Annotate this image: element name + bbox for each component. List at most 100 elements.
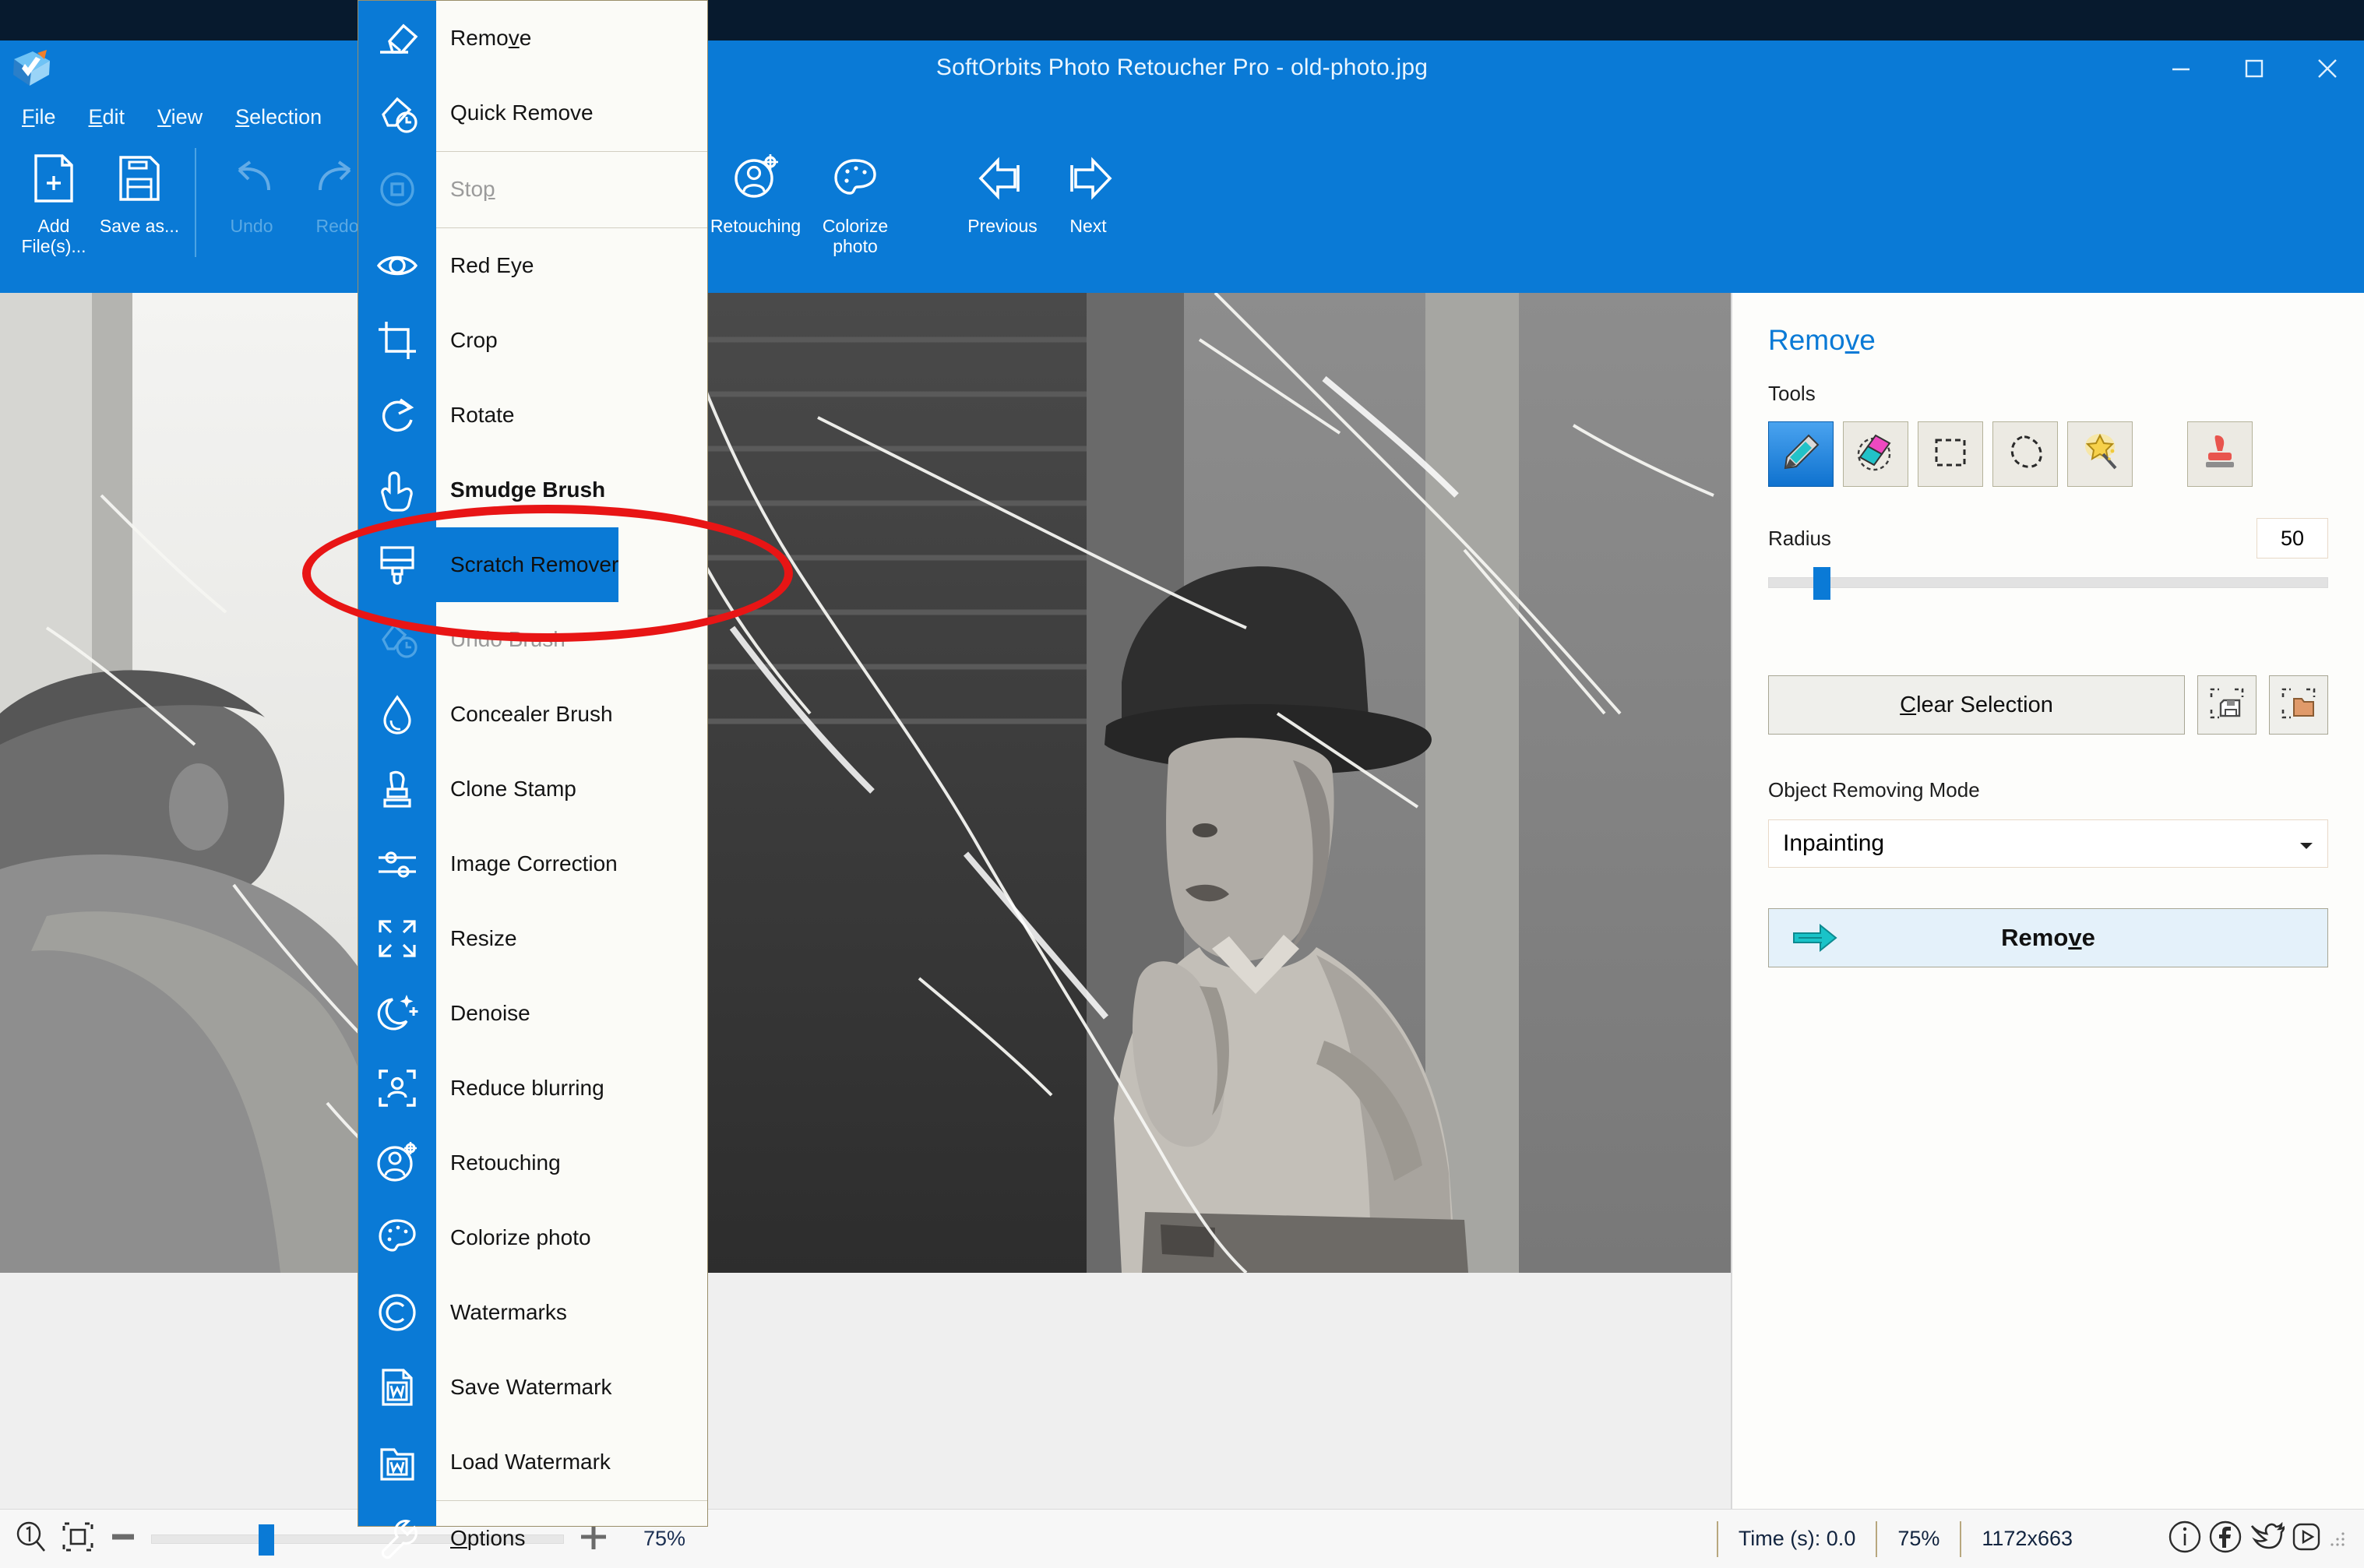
watermark-file-icon — [358, 1350, 436, 1425]
menu-item-rotate-label: Rotate — [450, 403, 515, 427]
menu-item-save-watermark-label: Save Watermark — [450, 1375, 612, 1399]
ribbon-next-button[interactable]: Next — [1045, 137, 1131, 270]
object-removing-mode-select[interactable]: Inpainting — [1768, 819, 2328, 868]
menu-item-quick-remove[interactable]: Quick Remove — [358, 76, 707, 150]
time-label: Time (s): 0.0 — [1738, 1527, 1856, 1550]
radius-slider-thumb[interactable] — [1813, 567, 1831, 600]
magic-wand-tool-button[interactable] — [2067, 421, 2133, 487]
person-gear-icon — [730, 148, 781, 209]
status-bar: 75% Time (s): 0.0 75% 1172x663 — [0, 1509, 2364, 1568]
image-dimensions: 1172x663 — [1982, 1527, 2073, 1550]
ribbon-retouching-button[interactable]: Retouching — [706, 137, 805, 270]
video-icon[interactable] — [2288, 1518, 2325, 1559]
menu-bar-item-selection[interactable]: Selection — [235, 105, 322, 129]
fit-to-window-icon[interactable] — [61, 1520, 95, 1558]
menu-item-crop[interactable]: Crop — [358, 303, 707, 378]
menu-item-resize[interactable]: Resize — [358, 901, 707, 976]
menu-item-load-watermark[interactable]: Load Watermark — [358, 1425, 707, 1499]
status-separator-3 — [1960, 1520, 1962, 1557]
facebook-icon[interactable] — [2207, 1518, 2244, 1559]
menu-item-load-watermark-label: Load Watermark — [450, 1450, 611, 1474]
menu-item-undo-brush[interactable]: Undo Brush — [358, 602, 707, 677]
menu-bar-item-file[interactable]: File — [22, 105, 56, 129]
status-separator-2 — [1876, 1520, 1878, 1557]
menu-item-rotate[interactable]: Rotate — [358, 378, 707, 453]
zoom-one-to-one-icon[interactable] — [14, 1520, 48, 1558]
ribbon-retouching-label: Retouching — [710, 216, 802, 236]
menu-item-denoise-label: Denoise — [450, 1001, 530, 1025]
menu-item-reduce-blurring[interactable]: Reduce blurring — [358, 1051, 707, 1126]
ribbon-save-as-button[interactable]: Save as... — [97, 137, 182, 270]
menu-item-scratch-remover[interactable]: Scratch Remover — [358, 527, 707, 602]
image-canvas[interactable] — [0, 293, 1731, 1509]
ribbon-colorize-photo-label: Colorize photo — [822, 216, 889, 256]
remove-button[interactable]: Remove — [1768, 908, 2328, 967]
menu-item-reduce-blurring-label: Reduce blurring — [450, 1076, 604, 1100]
radius-value-input[interactable]: 50 — [2257, 518, 2328, 558]
clear-selection-button[interactable]: Clear Selection — [1768, 675, 2185, 735]
hand-point-icon — [358, 453, 436, 527]
photo-image[interactable] — [0, 293, 1731, 1273]
menu-item-undo-brush-label: Undo Brush — [450, 627, 565, 651]
menu-item-smudge-brush[interactable]: Smudge Brush — [358, 453, 707, 527]
resize-grip-icon[interactable] — [2328, 1530, 2347, 1549]
tools-dropdown-menu[interactable]: Remo v e Quick Remove Sto p Red Eye Crop… — [358, 0, 708, 1559]
object-removing-mode-value: Inpainting — [1783, 830, 1885, 856]
photo-svg — [0, 293, 1731, 1273]
remove-arrow-icon — [1791, 922, 1839, 953]
menu-item-clone-stamp[interactable]: Clone Stamp — [358, 752, 707, 826]
marker-brush-tool-button[interactable] — [1768, 421, 1834, 487]
twitter-icon[interactable] — [2247, 1518, 2285, 1559]
crop-icon — [358, 303, 436, 378]
save-selection-button[interactable] — [2197, 675, 2257, 735]
menu-item-colorize-photo[interactable]: Colorize photo — [358, 1200, 707, 1275]
arrow-right-icon — [1059, 148, 1118, 209]
menu-item-save-watermark[interactable]: Save Watermark — [358, 1350, 707, 1425]
arrow-left-icon — [973, 148, 1032, 209]
menu-item-denoise[interactable]: Denoise — [358, 976, 707, 1051]
clone-stamp-tool-button[interactable] — [2187, 421, 2253, 487]
tools-label: Tools — [1768, 382, 1816, 405]
load-selection-button[interactable] — [2269, 675, 2328, 735]
ribbon-add-files-button[interactable]: Add File(s)... — [11, 137, 97, 270]
status-separator-1 — [1716, 1520, 1718, 1557]
menu-item-concealer-brush[interactable]: Concealer Brush — [358, 677, 707, 752]
ribbon-previous-button[interactable]: Previous — [960, 137, 1045, 270]
moon-sparkle-icon — [358, 976, 436, 1051]
menu-item-watermarks-label: Watermarks — [450, 1300, 567, 1324]
window-title: SoftOrbits Photo Retoucher Pro - old-pho… — [935, 55, 1429, 80]
lasso-select-tool-button[interactable] — [1992, 421, 2058, 487]
menu-item-retouching[interactable]: Retouching — [358, 1126, 707, 1200]
right-panel: Remove Tools Radius 50 C lear Selection … — [1731, 293, 2364, 1509]
rectangle-select-tool-button[interactable] — [1918, 421, 1983, 487]
menu-item-stop[interactable]: Sto p — [358, 152, 707, 227]
menu-item-remove[interactable]: Remo v e — [358, 1, 707, 76]
zoom-slider-thumb[interactable] — [259, 1524, 275, 1556]
menu-item-clone-stamp-label: Clone Stamp — [450, 777, 576, 801]
menu-item-scratch-remover-label: Scratch Remover — [436, 527, 619, 602]
lasso-select-icon — [2003, 431, 2047, 478]
ribbon-separator-1 — [195, 148, 196, 257]
menu-item-red-eye[interactable]: Red Eye — [358, 228, 707, 303]
menu-bar-item-view[interactable]: View — [157, 105, 203, 129]
work-area: Remove Tools Radius 50 C lear Selection … — [0, 293, 2364, 1509]
close-button[interactable] — [2291, 41, 2364, 97]
ribbon-colorize-photo-button[interactable]: Colorize photo — [805, 137, 905, 270]
menu-item-remove-label: Remo v e — [450, 26, 532, 50]
minimize-button[interactable] — [2144, 41, 2218, 97]
eraser-tool-button[interactable] — [1843, 421, 1908, 487]
zoom-out-button[interactable] — [107, 1529, 139, 1549]
info-icon[interactable] — [2166, 1518, 2204, 1559]
menu-item-options[interactable]: Options — [358, 1501, 707, 1568]
menu-item-colorize-photo-label: Colorize photo — [450, 1225, 591, 1249]
menu-item-watermarks[interactable]: Watermarks — [358, 1275, 707, 1350]
ribbon-undo-button[interactable]: Undo — [209, 137, 294, 270]
maximize-button[interactable] — [2218, 41, 2291, 97]
menu-item-image-correction[interactable]: Image Correction — [358, 826, 707, 901]
menu-bar-item-edit[interactable]: Edit — [89, 105, 125, 129]
eraser-clock-icon — [358, 76, 436, 150]
radius-slider[interactable] — [1768, 567, 2328, 600]
menu-item-resize-label: Resize — [450, 926, 517, 950]
menu-item-retouching-label: Retouching — [450, 1150, 561, 1175]
ribbon-redo-label: Redo — [315, 216, 359, 236]
